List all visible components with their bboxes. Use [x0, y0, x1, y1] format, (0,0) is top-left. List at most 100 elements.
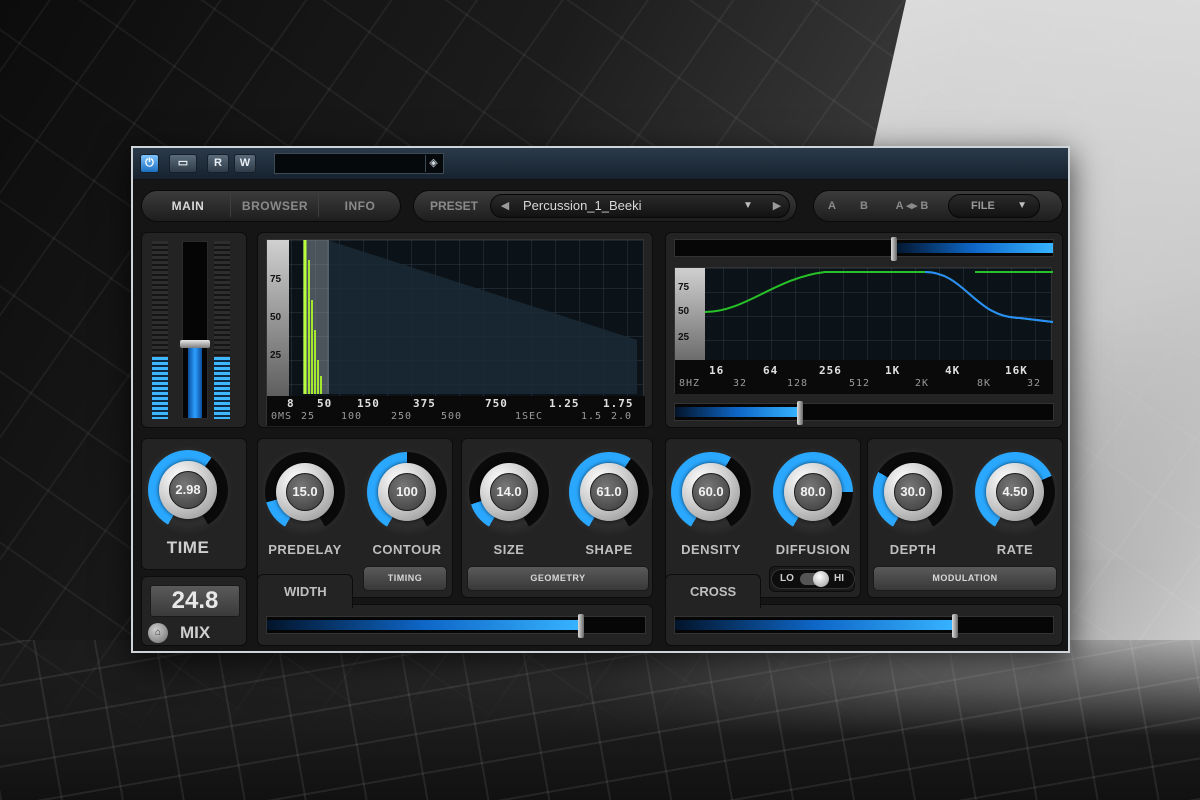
lo-hi-toggle[interactable]: LO HI [771, 569, 855, 589]
background-floor [0, 640, 1200, 800]
toggle-knob[interactable] [813, 571, 829, 587]
power-icon[interactable]: ⏻ [140, 154, 159, 173]
diffusion-value: 80.0 [794, 473, 832, 511]
preset-bar: PRESET ◀ Percussion_1_Beeki ▼ ▶ [413, 190, 797, 222]
depth-label: DEPTH [889, 542, 937, 557]
chevron-down-icon[interactable]: ▼ [743, 195, 753, 217]
size-label: SIZE [493, 542, 525, 557]
cross-label: CROSS [690, 584, 737, 599]
eq-top-slider-handle[interactable] [891, 237, 897, 261]
density-knob[interactable]: 60.0 [667, 448, 755, 536]
depth-knob[interactable]: 30.0 [869, 448, 957, 536]
left-level-meter [152, 241, 168, 419]
predelay-label: PREDELAY [268, 542, 342, 557]
plugin-window: ⏻ ▭ R W ◈ MAIN BROWSER INFO PRESET ◀ Per… [131, 146, 1070, 653]
time-knob[interactable]: 2.98 [144, 446, 232, 534]
eq-axis-bottom-6: 32 [1027, 378, 1042, 389]
decay-axis-top-4: 750 [485, 397, 508, 410]
rate-value: 4.50 [996, 473, 1034, 511]
toggle-switch[interactable] [800, 571, 829, 587]
predelay-knob[interactable]: 15.0 [261, 448, 349, 536]
eq-panel: 75 50 25 16 64 256 1K 4K 16K 8HZ 32 128 … [665, 232, 1063, 428]
diffusion-label: DIFFUSION [775, 542, 851, 557]
width-slider[interactable] [266, 614, 646, 638]
eq-axis-top-2: 256 [819, 364, 842, 377]
modulation-button[interactable]: MODULATION [873, 566, 1057, 591]
eq-top-slider[interactable] [674, 237, 1054, 261]
ab-compare-bar: A B A ◂▸ B FILE ▼ [813, 190, 1063, 222]
preset-selector[interactable]: ◀ Percussion_1_Beeki ▼ ▶ [490, 194, 790, 218]
lo-label: LO [780, 573, 794, 584]
shape-label: SHAPE [585, 542, 633, 557]
write-automation-button[interactable]: W [234, 154, 256, 173]
contour-label: CONTOUR [372, 542, 442, 557]
eq-bottom-slider-fill [675, 407, 800, 417]
eq-axis-bottom-0: 8HZ [679, 378, 701, 389]
fader-fill [188, 347, 202, 418]
shape-value: 61.0 [590, 473, 628, 511]
cross-slider[interactable] [674, 614, 1054, 638]
decay-axis-top-2: 150 [357, 397, 380, 410]
tab-info[interactable]: INFO [320, 191, 400, 221]
mix-value[interactable]: 24.8 [150, 585, 240, 617]
shape-knob[interactable]: 61.0 [565, 448, 653, 536]
bypass-button[interactable]: ▭ [169, 154, 197, 173]
next-preset-icon[interactable]: ▶ [767, 195, 787, 217]
cross-slider-handle[interactable] [952, 614, 958, 638]
output-meter-panel [141, 232, 247, 428]
decay-axis-bottom-7: 2.0 [611, 411, 633, 422]
timing-button[interactable]: TIMING [363, 566, 447, 591]
tab-main[interactable]: MAIN [148, 191, 228, 221]
left-meter-fill [152, 356, 168, 419]
geometry-button[interactable]: GEOMETRY [467, 566, 649, 591]
prev-preset-icon[interactable]: ◀ [495, 195, 515, 217]
level-fader[interactable] [180, 241, 210, 419]
eq-axis-bottom-5: 8K [977, 378, 992, 389]
rate-label: RATE [996, 542, 1034, 557]
contour-value: 100 [388, 473, 426, 511]
decay-axis-bottom-0: 0MS [271, 411, 293, 422]
title-field[interactable]: ◈ [274, 153, 444, 174]
decay-axis-top-0: 8 [287, 397, 295, 410]
cross-panel [665, 604, 1063, 646]
density-label: DENSITY [681, 542, 741, 557]
eq-axis-top-4: 4K [945, 364, 961, 377]
eq-bottom-slider[interactable] [674, 401, 1054, 425]
copy-a-b-button[interactable]: A ◂▸ B [882, 191, 942, 221]
nav-divider [230, 195, 231, 217]
tab-browser[interactable]: BROWSER [232, 191, 318, 221]
eq-bottom-slider-handle[interactable] [797, 401, 803, 425]
contour-knob[interactable]: 100 [363, 448, 451, 536]
decay-graph-panel: 75 50 25 8 50 150 375 750 1.25 1.75 0MS … [257, 232, 653, 428]
b-button[interactable]: B [852, 191, 876, 221]
decay-graph[interactable]: 75 50 25 8 50 150 375 750 1.25 1.75 0MS … [266, 239, 645, 426]
time-value: 2.98 [169, 471, 207, 509]
eq-axis-bottom-4: 2K [915, 378, 930, 389]
eq-graph[interactable]: 75 50 25 16 64 256 1K 4K 16K 8HZ 32 128 … [674, 267, 1053, 394]
a-button[interactable]: A [820, 191, 844, 221]
time-label: TIME [166, 538, 210, 557]
fader-handle[interactable] [180, 339, 210, 348]
lo-hi-toggle-container: LO HI [769, 566, 855, 592]
decay-axis-bottom-6: 1.5 [581, 411, 603, 422]
eq-axis-top-1: 64 [763, 364, 779, 377]
file-menu-button[interactable]: FILE ▼ [948, 194, 1040, 218]
width-tab: WIDTH [257, 574, 353, 608]
hi-label: HI [834, 573, 844, 584]
decay-axis-top-1: 50 [317, 397, 333, 410]
nav-divider [318, 195, 319, 217]
width-label: WIDTH [284, 584, 327, 599]
rate-knob[interactable]: 4.50 [971, 448, 1059, 536]
diffusion-knob[interactable]: 80.0 [769, 448, 857, 536]
size-value: 14.0 [490, 473, 528, 511]
width-panel [257, 604, 653, 646]
lock-icon[interactable]: ⌂ [148, 623, 168, 643]
decay-axis-top-3: 375 [413, 397, 436, 410]
cross-slider-fill [675, 620, 955, 630]
diamond-icon[interactable]: ◈ [425, 155, 441, 172]
read-automation-button[interactable]: R [207, 154, 229, 173]
width-slider-handle[interactable] [578, 614, 584, 638]
eq-axis-bottom-3: 512 [849, 378, 871, 389]
decay-axis-bottom-4: 500 [441, 411, 463, 422]
size-knob[interactable]: 14.0 [465, 448, 553, 536]
